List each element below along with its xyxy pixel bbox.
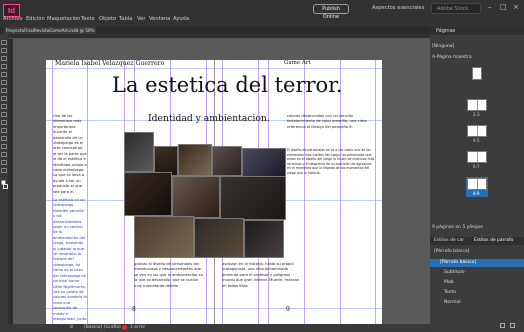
collage-image[interactable] [212,146,242,176]
text-column-2[interactable]: gracias al diseño de personajes tan mons… [134,262,204,318]
column-guide [87,60,88,326]
page-thumbnail-1[interactable] [472,67,482,80]
page-label-6-7: 6-7 [473,164,480,169]
right-panels: Páginas [Ninguna] A-Página maestra 2-3 4… [430,27,524,332]
article-subtitle[interactable]: Identidad y ambientacion. [148,113,270,124]
text-column-1b[interactable]: La estética en un videojuego también per… [53,198,87,322]
pencil-tool-icon[interactable] [1,96,7,101]
pages-panel-title: Páginas [436,28,456,34]
direct-selection-tool-icon[interactable] [1,48,7,53]
menu-edicion[interactable]: Edición [26,16,45,22]
selection-tool-icon[interactable] [1,40,7,45]
style-item-basic[interactable]: [Párrafo básico] [430,259,524,267]
gap-tool-icon[interactable] [1,64,7,69]
collage-image[interactable] [134,216,194,258]
tab-character-styles[interactable]: Estilos de car [434,238,464,243]
style-item-mob[interactable]: Mob [430,279,524,287]
text-column-1[interactable]: Uno de los elementos más importantes dur… [53,114,87,194]
search-field[interactable]: Adobe Stock [431,3,481,14]
rectangle-tool-icon[interactable] [1,112,7,117]
pen-tool-icon[interactable] [1,88,7,93]
page-thumbnail-2-3[interactable] [467,99,487,111]
page-thumbnail-6-7[interactable] [467,151,487,163]
margin-guide [375,60,376,326]
menu-maquetacion[interactable]: Maquetación [47,16,80,22]
status-bar: 8 [Básico] (Grafía) 1 error [0,324,430,332]
page-label-2-3: 2-3 [473,112,480,117]
gradient-tool-icon[interactable] [1,136,7,141]
menu-bar: Id Archivo Edición Maquetación Texto Obj… [0,0,524,27]
collage-image[interactable] [124,132,154,172]
pages-summary: 9 páginas en 5 pliegos [432,225,483,230]
note-tool-icon[interactable] [1,144,7,149]
collage-image[interactable] [124,172,172,216]
collage-image[interactable] [220,176,286,220]
page-number-right: 9 [286,306,290,313]
margin-guide [46,68,382,69]
type-tool-icon[interactable] [1,72,7,77]
status-preflight-profile[interactable]: [Básico] (Grafía) [84,325,121,330]
rectangle-frame-tool-icon[interactable] [1,104,7,109]
pages-panel-header[interactable]: Páginas [430,27,524,35]
style-item-texto[interactable]: Texto [430,289,524,297]
tab-paragraph-styles[interactable]: Estilos de párrafo [474,238,513,243]
style-item-subtitulo[interactable]: Subtítulo [430,269,524,277]
article-title[interactable]: La estetica del terror. [112,73,343,97]
publish-online-button[interactable]: Publish Online [313,4,349,20]
menu-archivo[interactable]: Archivo [3,16,22,22]
menu-ventana[interactable]: Ventana [149,16,170,22]
text-column-4b[interactable]: El diseño de personajes se va a ver como… [287,148,375,218]
zoom-tool-icon[interactable] [1,168,7,173]
section-label[interactable]: Game Art [284,60,311,66]
new-style-icon[interactable] [500,323,505,328]
page-tool-icon[interactable] [1,56,7,61]
author-name[interactable]: Mariela Isabel Velazquez Guerrero [55,60,164,67]
menu-tabla[interactable]: Tabla [119,16,132,22]
workspace-switcher[interactable]: Aspectos esenciales [372,5,424,11]
master-page-label[interactable]: A-Página maestra [432,55,472,60]
page-label-4-5: 4-5 [473,138,480,143]
collage-image[interactable] [244,220,284,258]
page-number-left: 8 [132,306,136,313]
delete-style-icon[interactable] [510,323,515,328]
collage-image[interactable] [178,144,212,176]
tools-panel [0,34,8,324]
style-group-label: [Párrafo básico] [434,249,470,254]
eyedropper-tool-icon[interactable] [1,152,7,157]
collage-image[interactable] [194,218,244,258]
menu-texto[interactable]: Texto [81,16,95,22]
status-errors[interactable]: 1 error [130,325,145,330]
search-placeholder: Adobe Stock [437,6,469,12]
line-tool-icon[interactable] [1,80,7,85]
menu-ayuda[interactable]: Ayuda [173,16,189,22]
error-indicator-icon [122,325,127,330]
text-column-4[interactable]: colores desaturados con un sencillo fort… [287,114,375,144]
margin-guide [46,308,382,309]
minimize-icon[interactable]: – [488,3,492,11]
status-page-number[interactable]: 8 [70,325,73,330]
document-spread[interactable]: Mariela Isabel Velazquez Guerrero Game A… [46,60,382,326]
scissors-tool-icon[interactable] [1,120,7,125]
none-master-label[interactable]: [Ninguna] [432,44,454,49]
page-thumbnail-4-5[interactable] [467,125,487,137]
menu-ver[interactable]: Ver [137,16,145,22]
hand-tool-icon[interactable] [1,160,7,165]
close-icon[interactable]: × [513,3,519,11]
style-item-normal[interactable]: Normal [430,299,524,307]
collage-image[interactable] [242,148,286,178]
menu-objeto[interactable]: Objeto [99,16,116,22]
maximize-icon[interactable]: □ [500,3,507,11]
free-transform-tool-icon[interactable] [1,128,7,133]
collage-image[interactable] [172,176,220,218]
document-tab[interactable]: ProyectoFinalRevistaGameArt.indd @ 50% [4,27,96,34]
page-thumbnail-8-9[interactable] [467,178,487,190]
page-label-8-9: 8-9 [473,191,480,196]
